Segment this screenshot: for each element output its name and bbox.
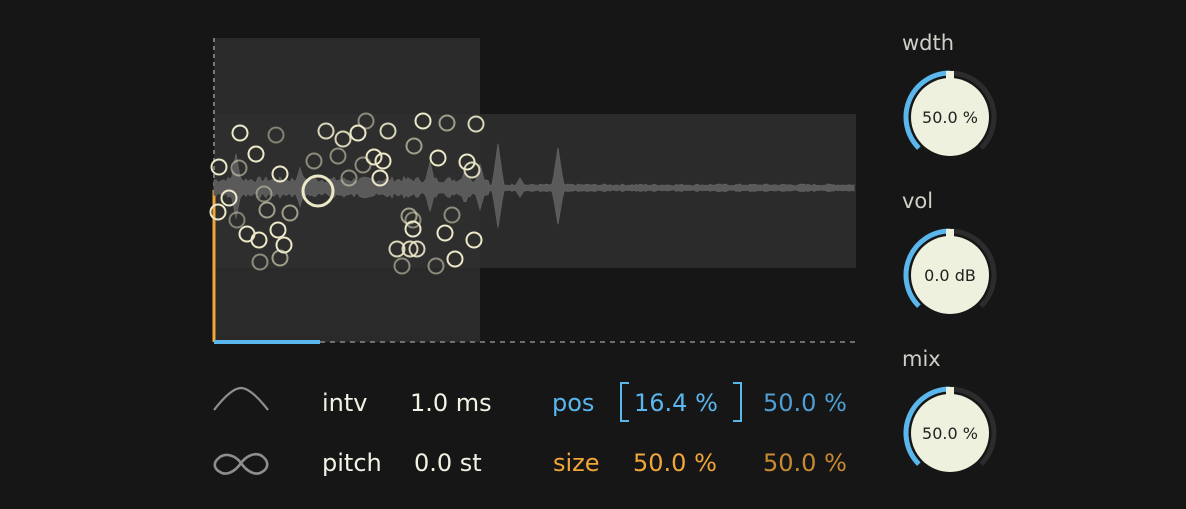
pos-value[interactable]: 16.4 % <box>634 388 718 418</box>
wdth-knob[interactable]: 50.0 % <box>903 70 997 156</box>
vol-knob[interactable]: 0.0 dB <box>903 228 997 314</box>
size-spread-value[interactable]: 50.0 % <box>763 448 847 478</box>
knob-group: 50.0 % 0.0 dB 50.0 % <box>903 70 997 472</box>
mix-title: mix <box>902 347 941 371</box>
vol-title: vol <box>902 189 934 213</box>
pos-bracket-left <box>620 382 629 422</box>
envelope-curve-icon[interactable] <box>213 386 269 411</box>
granular-display: 50.0 % 0.0 dB 50.0 % <box>209 38 997 475</box>
wdth-title: wdth <box>902 31 955 55</box>
pos-label: pos <box>552 389 595 417</box>
size-label: size <box>553 449 600 477</box>
mix-knob-value: 50.0 % <box>922 424 978 443</box>
pos-bracket-right <box>733 382 742 422</box>
pitch-label: pitch <box>322 449 382 477</box>
mix-knob[interactable]: 50.0 % <box>903 386 997 472</box>
intv-label: intv <box>322 389 368 417</box>
intv-value[interactable]: 1.0 ms <box>410 388 492 418</box>
vol-knob-value: 0.0 dB <box>924 266 976 285</box>
pos-spread-value[interactable]: 50.0 % <box>763 388 847 418</box>
infinity-loop-icon[interactable] <box>213 452 269 475</box>
size-value[interactable]: 50.0 % <box>633 448 717 478</box>
wdth-knob-value: 50.0 % <box>922 108 978 127</box>
pitch-value[interactable]: 0.0 st <box>414 448 482 478</box>
